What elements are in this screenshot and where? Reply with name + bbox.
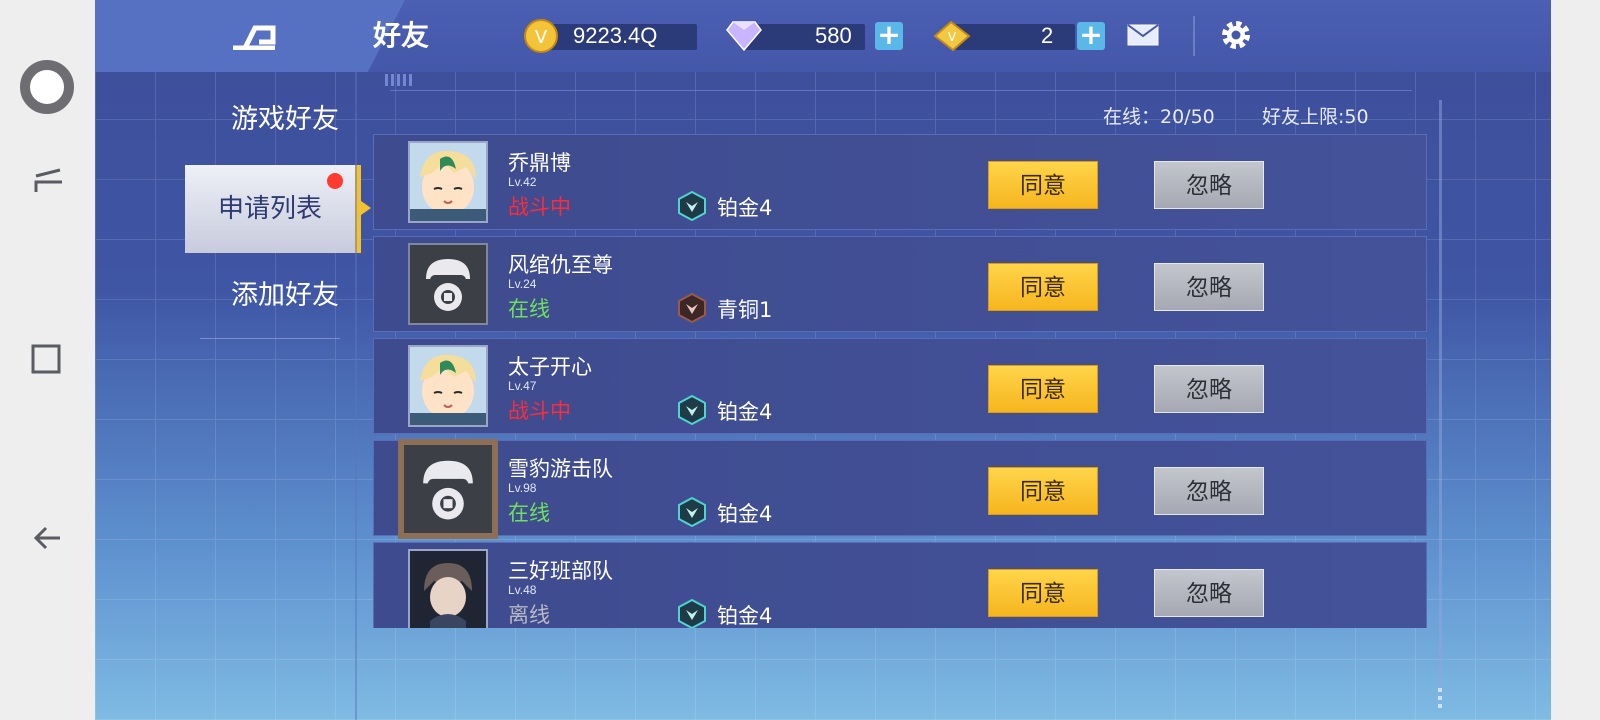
game-screen: 好友 V 9223.4Q 580 + V 2 + 游戏好友 申请列表 添加好友 … [95,0,1551,720]
player-level: Lv.98 [508,481,537,495]
player-level: Lv.47 [508,379,537,393]
add-ticket-button[interactable]: + [1077,21,1105,50]
player-level: Lv.42 [508,175,537,189]
request-row: 太子开心 Lv.47 战斗中 铂金4 同意 忽略 [373,338,1427,434]
player-level: Lv.48 [508,583,537,597]
rank-label: 铂金4 [717,502,773,526]
player-name: 三好班部队 [508,559,613,583]
gear-icon[interactable] [1219,18,1253,52]
player-status: 离线 [508,603,550,627]
ticket-counter: V 2 + [931,20,1121,52]
add-diamond-button[interactable]: + [875,21,903,50]
dark-anime-avatar-icon [410,551,486,628]
coin-icon: V [524,19,558,53]
agree-button[interactable]: 同意 [988,161,1098,209]
topbar-divider [1193,16,1195,56]
platinum-rank-icon [678,497,706,527]
ticket-icon: V [933,20,971,52]
recents-icon[interactable] [32,164,66,198]
scroll-indicator [1438,688,1442,712]
diamond-icon [726,21,762,52]
anime-avatar-icon [410,347,486,425]
top-bar: 好友 V 9223.4Q 580 + V 2 + [95,0,1551,72]
ignore-button[interactable]: 忽略 [1154,467,1264,515]
platinum-rank-icon [678,191,706,221]
player-name: 太子开心 [508,355,592,379]
svg-text:V: V [948,30,957,44]
back-logo-block[interactable] [95,0,405,72]
page-title: 好友 [373,19,430,52]
platinum-rank-icon [678,599,706,628]
request-list[interactable]: 乔鼎博 Lv.42 战斗中 铂金4 同意 忽略 风绾仇至尊 Lv.24 在线 青… [373,134,1427,628]
agree-button[interactable]: 同意 [988,467,1098,515]
home-icon[interactable] [30,340,66,376]
ignore-button[interactable]: 忽略 [1154,263,1264,311]
player-status: 战斗中 [508,399,571,423]
ignore-button[interactable]: 忽略 [1154,365,1264,413]
bronze-rank-icon [678,293,706,323]
gas-mask-avatar-icon [410,245,486,323]
player-status: 战斗中 [508,195,571,219]
rank-label: 青铜1 [717,298,773,322]
avatar [408,345,488,427]
header-rule [390,90,1412,91]
panel-divider [355,72,357,720]
scrollbar-track[interactable] [1439,100,1442,700]
player-name: 雪豹游击队 [508,457,613,481]
platinum-rank-icon [678,395,706,425]
request-row: 雪豹游击队 Lv.98 在线 铂金4 同意 忽略 [373,439,1427,539]
player-name: 乔鼎博 [508,151,571,175]
rank-label: 铂金4 [717,196,773,220]
ignore-button[interactable]: 忽略 [1154,161,1264,209]
player-status: 在线 [508,297,550,321]
back-logo-icon [233,25,276,50]
screen-edge [1551,0,1600,720]
menu-divider [200,338,340,339]
friend-limit: 好友上限:50 [1262,106,1369,128]
notification-dot [327,173,343,189]
gas-mask-avatar-icon [405,445,491,533]
request-row: 三好班部队 Lv.48 离线 铂金4 同意 忽略 [373,542,1427,628]
anime-avatar-icon [410,143,486,221]
menu-game-friends[interactable]: 游戏好友 [205,92,365,148]
request-row: 风绾仇至尊 Lv.24 在线 青铜1 同意 忽略 [373,236,1427,332]
player-level: Lv.24 [508,277,537,291]
avatar [408,141,488,223]
menu-add-friend[interactable]: 添加好友 [205,268,365,324]
menu-request-list-label: 申请列表 [217,194,322,224]
mail-icon[interactable] [1127,24,1159,46]
avatar [408,549,488,628]
active-pointer-icon [361,201,371,215]
rank-label: 铂金4 [717,604,773,628]
rank-label: 铂金4 [717,400,773,424]
request-row: 乔鼎博 Lv.42 战斗中 铂金4 同意 忽略 [373,134,1427,230]
record-button[interactable] [20,60,74,114]
avatar [408,243,488,325]
agree-button[interactable]: 同意 [988,569,1098,617]
online-count: 在线：20/50 [1103,106,1215,128]
agree-button[interactable]: 同意 [988,365,1098,413]
svg-text:V: V [535,27,548,48]
player-status: 在线 [508,501,550,525]
header-barcode-decoration [385,74,413,86]
ignore-button[interactable]: 忽略 [1154,569,1264,617]
menu-request-list[interactable]: 申请列表 [185,165,371,253]
back-icon[interactable] [30,520,66,556]
agree-button[interactable]: 同意 [988,263,1098,311]
player-name: 风绾仇至尊 [508,253,613,277]
system-nav-rail [0,0,95,720]
diamond-counter: 580 + [725,20,915,52]
avatar [398,439,498,539]
